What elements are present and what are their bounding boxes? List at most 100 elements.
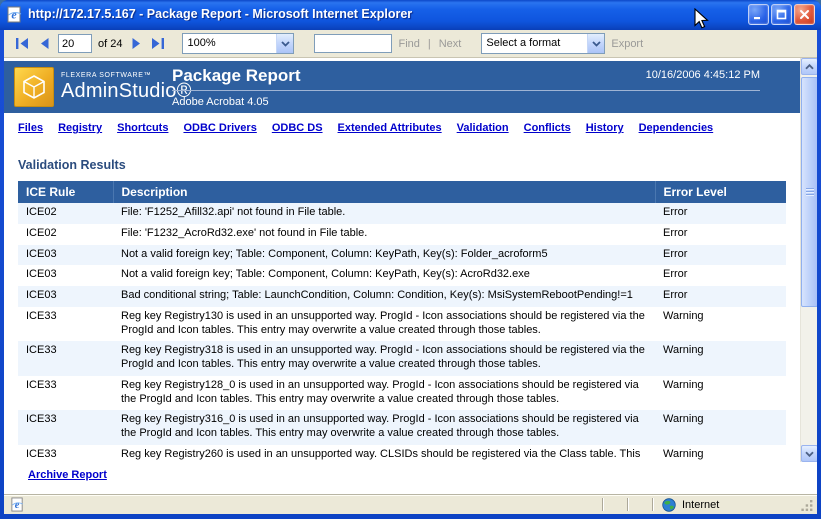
- first-page-button[interactable]: [14, 36, 30, 52]
- cell-ice-rule: ICE33: [18, 341, 113, 376]
- report-banner: FLEXERA SOFTWARE™ AdminStudio® Package R…: [4, 61, 800, 113]
- table-row: ICE33 Reg key Registry128_0 is used in a…: [18, 376, 786, 411]
- globe-icon: [662, 498, 676, 512]
- find-input[interactable]: [314, 34, 392, 53]
- cell-ice-rule: ICE33: [18, 307, 113, 342]
- table-row: ICE03 Bad conditional string; Table: Lau…: [18, 286, 786, 307]
- nav-link[interactable]: Files: [18, 122, 43, 134]
- cell-error-level: Warning: [655, 445, 786, 462]
- cell-error-level: Warning: [655, 307, 786, 342]
- nav-link[interactable]: History: [586, 122, 624, 134]
- scrollbar-thumb[interactable]: [801, 77, 817, 307]
- table-row: ICE02 File: 'F1232_AcroRd32.exe' not fou…: [18, 224, 786, 245]
- table-row: ICE02 File: 'F1252_Afill32.api' not foun…: [18, 203, 786, 224]
- cell-ice-rule: ICE33: [18, 445, 113, 462]
- browser-window: e http://172.17.5.167 - Package Report -…: [0, 0, 821, 519]
- adminstudio-cube-icon: [14, 67, 54, 107]
- column-header: Description: [113, 181, 655, 203]
- close-button[interactable]: [794, 4, 815, 25]
- cell-error-level: Warning: [655, 410, 786, 445]
- cell-ice-rule: ICE03: [18, 245, 113, 266]
- table-row: ICE33 Reg key Registry130 is used in an …: [18, 307, 786, 342]
- scroll-up-button[interactable]: [801, 58, 817, 75]
- find-button[interactable]: Find: [398, 38, 419, 50]
- nav-link[interactable]: ODBC DS: [272, 122, 323, 134]
- cell-ice-rule: ICE33: [18, 376, 113, 411]
- status-pane-small: [604, 496, 626, 513]
- next-result-button[interactable]: Next: [439, 38, 462, 50]
- window-title: http://172.17.5.167 - Package Report - M…: [28, 7, 748, 21]
- cell-description: Reg key Registry128_0 is used in an unsu…: [113, 376, 655, 411]
- below-report-area: Archive Report: [4, 462, 817, 494]
- previous-page-button[interactable]: [36, 36, 52, 52]
- table-row: ICE33 Reg key Registry260 is used in an …: [18, 445, 786, 462]
- cell-description: Not a valid foreign key; Table: Componen…: [113, 265, 655, 286]
- nav-links: Files Registry Shortcuts ODBC Drivers ODBC D…: [18, 122, 790, 134]
- cell-description: Reg key Registry318 is used in an unsupp…: [113, 341, 655, 376]
- security-zone-pane: Internet: [654, 498, 800, 512]
- zoom-value: 100%: [183, 34, 276, 53]
- svg-text:e: e: [15, 500, 20, 511]
- title-divider: [172, 90, 760, 91]
- export-format-select[interactable]: Select a format: [481, 33, 605, 54]
- titlebar: e http://172.17.5.167 - Package Report -…: [0, 0, 821, 30]
- zone-label: Internet: [682, 499, 719, 511]
- table-row: ICE33 Reg key Registry316_0 is used in a…: [18, 410, 786, 445]
- nav-link[interactable]: ODBC Drivers: [183, 122, 256, 134]
- nav-link[interactable]: Validation: [457, 122, 509, 134]
- cell-description: Bad conditional string; Table: LaunchCon…: [113, 286, 655, 307]
- cell-description: Not a valid foreign key; Table: Componen…: [113, 245, 655, 266]
- validation-results-table: ICE RuleDescriptionError Level ICE02 Fil…: [18, 181, 786, 462]
- cell-error-level: Warning: [655, 341, 786, 376]
- last-page-button[interactable]: [150, 36, 166, 52]
- minimize-button[interactable]: [748, 4, 769, 25]
- statusbar: e Internet: [4, 494, 817, 514]
- find-next-separator: |: [428, 38, 431, 50]
- cell-ice-rule: ICE33: [18, 410, 113, 445]
- cell-error-level: Error: [655, 245, 786, 266]
- statusbar-divider: [627, 498, 628, 511]
- ie-page-icon: e: [6, 6, 23, 23]
- cell-ice-rule: ICE02: [18, 203, 113, 224]
- column-header: ICE Rule: [18, 181, 113, 203]
- export-format-value: Select a format: [482, 34, 587, 53]
- scroll-down-button[interactable]: [801, 445, 817, 462]
- chevron-down-icon[interactable]: [587, 34, 604, 53]
- section-heading: Validation Results: [18, 158, 800, 172]
- cell-description: Reg key Registry260 is used in an unsupp…: [113, 445, 655, 462]
- table-row: ICE03 Not a valid foreign key; Table: Co…: [18, 245, 786, 266]
- cell-description: Reg key Registry130 is used in an unsupp…: [113, 307, 655, 342]
- maximize-button[interactable]: [771, 4, 792, 25]
- chevron-down-icon[interactable]: [276, 34, 293, 53]
- nav-link[interactable]: Conflicts: [524, 122, 571, 134]
- statusbar-divider: [652, 498, 653, 511]
- status-pane-small: [629, 496, 651, 513]
- nav-link[interactable]: Extended Attributes: [338, 122, 442, 134]
- next-page-button[interactable]: [128, 36, 144, 52]
- report-toolbar: of 24 100% Find | Next Select a format: [4, 30, 817, 58]
- cell-error-level: Error: [655, 265, 786, 286]
- cell-error-level: Error: [655, 224, 786, 245]
- table-row: ICE33 Reg key Registry318 is used in an …: [18, 341, 786, 376]
- cell-description: Reg key Registry316_0 is used in an unsu…: [113, 410, 655, 445]
- page-number-input[interactable]: [58, 34, 92, 53]
- nav-link[interactable]: Registry: [58, 122, 102, 134]
- cell-error-level: Warning: [655, 376, 786, 411]
- table-row: ICE03 Not a valid foreign key; Table: Co…: [18, 265, 786, 286]
- vertical-scrollbar[interactable]: [800, 58, 817, 462]
- archive-report-link[interactable]: Archive Report: [28, 469, 107, 481]
- cell-description: File: 'F1232_AcroRd32.exe' not found in …: [113, 224, 655, 245]
- page-count-label: of 24: [98, 38, 122, 50]
- ie-icon: e: [10, 497, 25, 512]
- cell-ice-rule: ICE03: [18, 265, 113, 286]
- nav-link[interactable]: Shortcuts: [117, 122, 168, 134]
- column-header: Error Level: [655, 181, 786, 203]
- nav-link[interactable]: Dependencies: [639, 122, 714, 134]
- resize-grip[interactable]: [800, 498, 815, 513]
- cell-ice-rule: ICE03: [18, 286, 113, 307]
- adminstudio-logo: FLEXERA SOFTWARE™ AdminStudio®: [14, 67, 192, 107]
- export-button[interactable]: Export: [611, 38, 643, 50]
- zoom-select[interactable]: 100%: [182, 33, 294, 54]
- thumb-grip: [806, 188, 814, 196]
- report-datetime: 10/16/2006 4:45:12 PM: [646, 69, 760, 81]
